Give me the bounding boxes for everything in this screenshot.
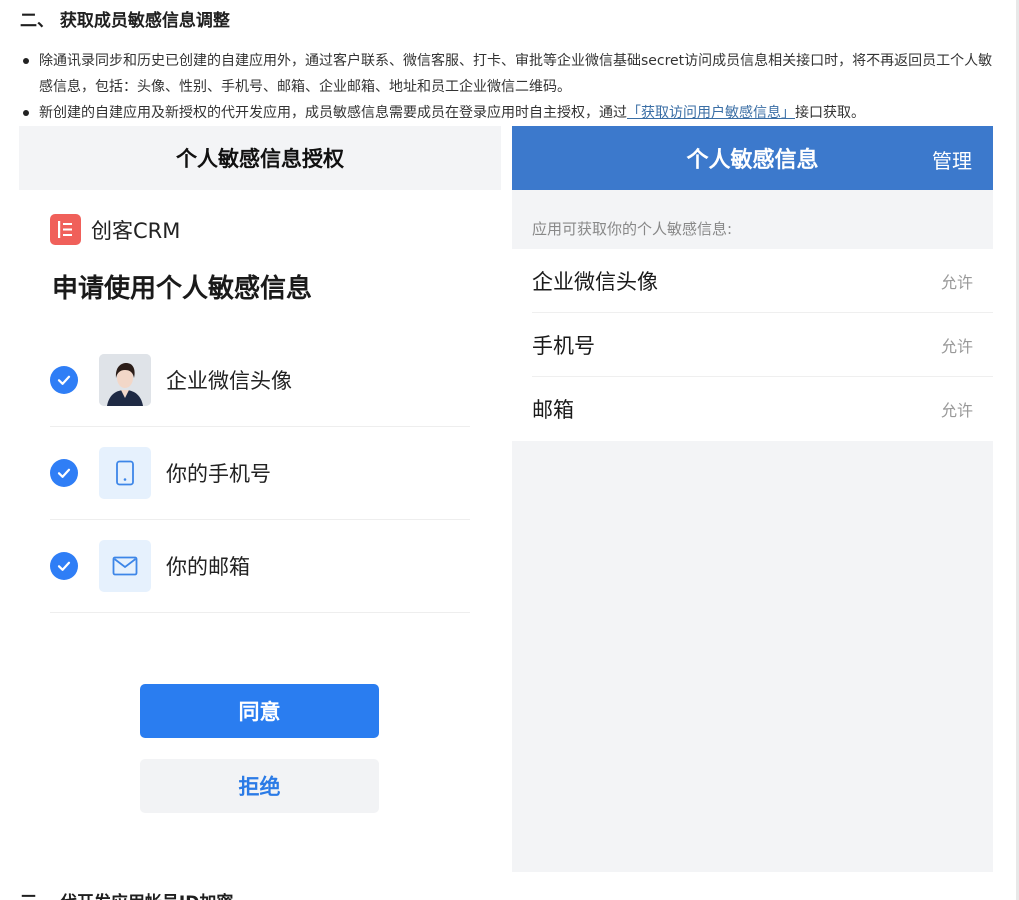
agree-button[interactable]: 同意 (140, 684, 379, 738)
permission-label: 企业微信头像 (166, 369, 292, 393)
next-section-title: 三、 代开发应用帐号ID加密 (20, 888, 233, 900)
bullet-text-1: 除通讯录同步和历史已创建的自建应用外，通过客户联系、微信客服、打卡、审批等企业微… (39, 53, 993, 95)
info-item-phone[interactable]: 手机号 允许 (532, 313, 993, 377)
avatar-photo (99, 354, 151, 406)
permission-item-avatar[interactable]: 企业微信头像 (50, 334, 470, 427)
bullet-text-2-before: 新创建的自建应用及新授权的代开发应用，成员敏感信息需要成员在登录应用时自主授权，… (39, 105, 627, 121)
info-label: 邮箱 (532, 398, 574, 422)
sensitive-info-header: 个人敏感信息 管理 (512, 126, 993, 190)
permission-item-phone[interactable]: 你的手机号 (50, 427, 470, 520)
api-doc-link[interactable]: 「获取访问用户敏感信息」 (627, 105, 795, 121)
sensitive-info-title: 个人敏感信息 (686, 148, 819, 173)
info-status: 允许 (940, 401, 973, 420)
app-logo-icon (50, 214, 81, 245)
bullet-list: 除通讯录同步和历史已创建的自建应用外，通过客户联系、微信客服、打卡、审批等企业微… (20, 48, 995, 126)
section-title: 二、 获取成员敏感信息调整 (20, 11, 230, 31)
app-name: 创客CRM (91, 218, 181, 243)
info-label: 企业微信头像 (532, 269, 658, 294)
sensitive-info-list: 企业微信头像 允许 手机号 允许 邮箱 允许 (512, 249, 993, 441)
info-label: 手机号 (532, 333, 595, 358)
permission-label: 你的手机号 (166, 462, 271, 486)
sensitive-info-caption: 应用可获取你的个人敏感信息: (532, 220, 733, 238)
phone-icon (99, 447, 151, 499)
auth-dialog-panel: 个人敏感信息授权 创客CRM 申请使用个人敏感信息 企业微信头像 你的手机号 你… (19, 126, 501, 872)
bullet-item-2: 新创建的自建应用及新授权的代开发应用，成员敏感信息需要成员在登录应用时自主授权，… (20, 100, 995, 126)
info-status: 允许 (940, 336, 973, 356)
info-status: 允许 (940, 272, 973, 292)
checkmark-icon[interactable] (50, 459, 78, 487)
apply-title: 申请使用个人敏感信息 (52, 274, 313, 304)
info-item-email[interactable]: 邮箱 允许 (532, 377, 993, 441)
bullet-item-1: 除通讯录同步和历史已创建的自建应用外，通过客户联系、微信客服、打卡、审批等企业微… (20, 48, 995, 100)
info-item-avatar[interactable]: 企业微信头像 允许 (532, 249, 993, 313)
manage-button[interactable]: 管理 (932, 145, 972, 174)
auth-dialog-header: 个人敏感信息授权 (19, 126, 501, 190)
sensitive-info-panel: 个人敏感信息 管理 应用可获取你的个人敏感信息: 企业微信头像 允许 手机号 允… (512, 126, 993, 872)
checkmark-icon[interactable] (50, 552, 78, 580)
permission-item-email[interactable]: 你的邮箱 (50, 520, 470, 613)
checkmark-icon[interactable] (50, 366, 78, 394)
mail-icon (99, 540, 151, 592)
bullet-text-2-after: 接口获取。 (795, 105, 865, 121)
reject-button[interactable]: 拒绝 (140, 759, 379, 813)
app-identity: 创客CRM (50, 214, 180, 245)
permission-label: 你的邮箱 (166, 555, 250, 579)
permission-list: 企业微信头像 你的手机号 你的邮箱 (50, 334, 470, 613)
